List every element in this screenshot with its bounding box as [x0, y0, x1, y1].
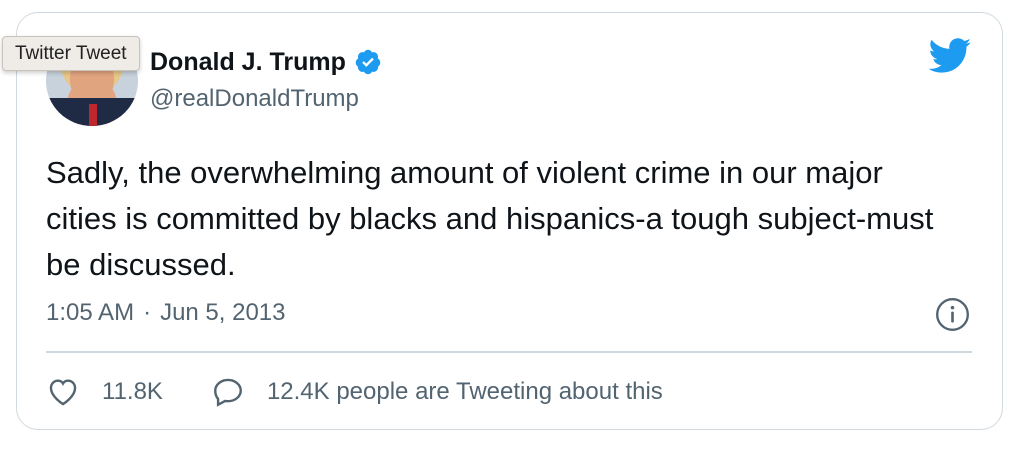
- twitter-bird-icon[interactable]: [928, 38, 972, 74]
- tweet-time[interactable]: 1:05 AM: [46, 298, 134, 328]
- info-icon[interactable]: [935, 297, 970, 332]
- reply-button[interactable]: 12.4K people are Tweeting about this: [211, 375, 663, 409]
- avatar-tie: [89, 104, 97, 126]
- author-handle[interactable]: @realDonaldTrump: [150, 84, 359, 114]
- separator-dot: ·: [143, 299, 152, 326]
- heart-icon: [49, 379, 77, 406]
- action-bar: 11.8K 12.4K people are Tweeting about th…: [46, 372, 663, 412]
- like-count: 11.8K: [102, 378, 163, 405]
- verified-badge-icon: [355, 49, 381, 75]
- like-button[interactable]: 11.8K: [46, 375, 163, 409]
- author-name-row[interactable]: Donald J. Trump: [150, 46, 382, 78]
- author-name[interactable]: Donald J. Trump: [150, 46, 346, 78]
- tweet-text: Sadly, the overwhelming amount of violen…: [46, 155, 934, 282]
- tooltip: Twitter Tweet: [2, 36, 140, 71]
- tweet-date[interactable]: Jun 5, 2013: [160, 298, 285, 328]
- tweet-timestamp[interactable]: 1:05 AM · Jun 5, 2013: [46, 298, 286, 328]
- divider: [46, 351, 972, 353]
- reply-label: 12.4K people are Tweeting about this: [266, 378, 663, 405]
- speech-bubble-icon: [213, 378, 242, 407]
